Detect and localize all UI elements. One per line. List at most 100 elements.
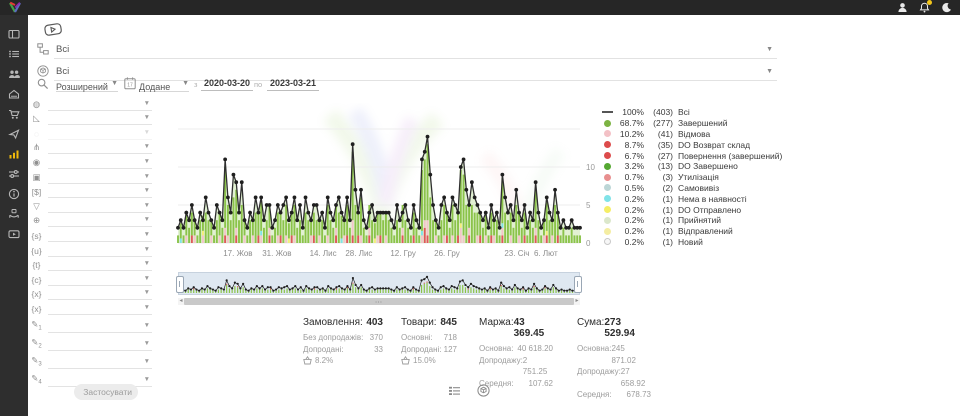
legend-count: (35) bbox=[648, 140, 673, 150]
ruler-filter-field[interactable]: ▼ bbox=[48, 112, 152, 125]
s-variable-filter-row[interactable]: {s}▼ bbox=[28, 227, 152, 242]
s-variable-filter-icon: {s} bbox=[28, 231, 45, 242]
t-variable-filter-field[interactable]: ▼ bbox=[48, 258, 152, 271]
legend-dot-marker bbox=[604, 163, 611, 170]
sidebar-item-integrations[interactable] bbox=[0, 164, 28, 184]
svg-text:12. Гру: 12. Гру bbox=[390, 249, 416, 258]
ruler-filter-row[interactable]: ◺▼ bbox=[28, 111, 152, 126]
fingerprint-filter-icon: ◉ bbox=[28, 157, 45, 169]
chart-range-navigator[interactable] bbox=[178, 272, 580, 296]
legend-dot-marker bbox=[604, 174, 611, 181]
c-variable-filter-field[interactable]: ▼ bbox=[48, 273, 152, 286]
custom-field-1-row[interactable]: ✎1▼ bbox=[28, 315, 152, 333]
legend-item[interactable]: 3.2%(13)DO Завершено bbox=[600, 161, 788, 172]
chart-canvas[interactable]: 051017. Жов31. Жов14. Лис28. Лис12. Гру2… bbox=[170, 103, 610, 263]
legend-item[interactable]: 0.5%(2)Самовивіз bbox=[600, 183, 788, 194]
legend-label: Утилізація bbox=[678, 172, 719, 182]
range-handle-left[interactable] bbox=[176, 276, 184, 293]
legend-item[interactable]: 0.2%(1)Нема в наявності bbox=[600, 193, 788, 204]
legend-item[interactable]: 0.2%(1)DO Отправлено bbox=[600, 204, 788, 215]
list-view-button[interactable] bbox=[448, 384, 461, 397]
fingerprint-filter-field[interactable]: ▼ bbox=[48, 156, 152, 169]
stat-sub-value: 40 618.20 bbox=[517, 343, 553, 355]
date-to-input[interactable]: 2023-03-21 bbox=[267, 77, 319, 91]
legend-item[interactable]: 8.7%(35)DO Возврат склад bbox=[600, 139, 788, 150]
legend-count: (1) bbox=[648, 237, 673, 247]
category-filter-select[interactable]: Всі ▼ bbox=[54, 42, 777, 59]
svg-text:10: 10 bbox=[586, 163, 595, 172]
globe2-filter-row[interactable]: ⊕▼ bbox=[28, 213, 152, 228]
globe2-filter-field[interactable]: ▼ bbox=[48, 214, 152, 227]
legend-item[interactable]: 0.2%(1)Відправлений bbox=[600, 226, 788, 237]
sidebar-item-video-lessons[interactable] bbox=[0, 224, 28, 244]
user-icon[interactable] bbox=[897, 2, 908, 13]
legend-label: Відмова bbox=[678, 129, 710, 139]
sidebar-item-analytics[interactable] bbox=[0, 144, 28, 164]
package-filter-row[interactable]: ▣▼ bbox=[28, 169, 152, 184]
u-variable-filter-field[interactable]: ▼ bbox=[48, 244, 152, 257]
legend-item[interactable]: 6.7%(27)Повернення (завершений) bbox=[600, 150, 788, 161]
custom-field-1-field[interactable]: ▼ bbox=[48, 320, 152, 333]
svg-text:14. Лис: 14. Лис bbox=[310, 249, 337, 258]
horizontal-scrollbar[interactable]: ◂ ••• ▸ bbox=[178, 298, 580, 305]
sidebar-item-customers[interactable] bbox=[0, 64, 28, 84]
legend-item[interactable]: 68.7%(277)Завершений bbox=[600, 118, 788, 129]
legend-item[interactable]: 0.2%(1)Прийнятий bbox=[600, 215, 788, 226]
scrollbar-thumb[interactable]: ••• bbox=[184, 298, 574, 305]
sidebar-item-orders[interactable] bbox=[0, 44, 28, 64]
search-mode-select[interactable]: Розширений ▼ bbox=[56, 77, 118, 92]
legend-count: (13) bbox=[648, 161, 673, 171]
sidebar-item-broadcast[interactable] bbox=[0, 124, 28, 144]
chevron-down-icon: ▼ bbox=[144, 322, 150, 329]
video-source-icon[interactable] bbox=[43, 21, 63, 38]
money-filter-row[interactable]: [$]▼ bbox=[28, 184, 152, 199]
notifications-bell-icon[interactable] bbox=[919, 2, 930, 13]
legend-item[interactable]: 10.2%(41)Відмова bbox=[600, 129, 788, 140]
u-variable-filter-row[interactable]: {u}▼ bbox=[28, 242, 152, 257]
custom-field-3-field[interactable]: ▼ bbox=[48, 356, 152, 369]
fingerprint-filter-row[interactable]: ◉▼ bbox=[28, 154, 152, 169]
money-filter-field[interactable]: ▼ bbox=[48, 185, 152, 198]
search-icon[interactable] bbox=[37, 78, 49, 90]
hierarchy-filter-field[interactable]: ▼ bbox=[48, 141, 152, 154]
stat-sub-value: 33 bbox=[374, 344, 383, 356]
x-variable-filter-row[interactable]: {x}▼ bbox=[28, 286, 152, 301]
x2-variable-filter-row[interactable]: {x}▼ bbox=[28, 300, 152, 315]
funnel-filter-field[interactable]: ▼ bbox=[48, 200, 152, 213]
date-field-select[interactable]: Додане ▼ bbox=[139, 77, 189, 92]
apply-button[interactable]: Застосувати bbox=[74, 384, 138, 400]
hierarchy-filter-row[interactable]: ⋔▼ bbox=[28, 140, 152, 155]
product-filter-value: Всі bbox=[56, 66, 69, 77]
package-filter-field[interactable]: ▼ bbox=[48, 171, 152, 184]
sidebar-item-support[interactable] bbox=[0, 204, 28, 224]
disabled-filter-row[interactable]: ◌▼ bbox=[28, 125, 152, 140]
globe-filter-field[interactable]: ▼ bbox=[48, 98, 152, 111]
x-variable-filter-field[interactable]: ▼ bbox=[48, 287, 152, 300]
legend-count: (27) bbox=[648, 151, 673, 161]
scroll-right-arrow[interactable]: ▸ bbox=[574, 298, 580, 305]
package-icon bbox=[37, 65, 49, 77]
x2-variable-filter-field[interactable]: ▼ bbox=[48, 302, 152, 315]
funnel-filter-row[interactable]: ▽▼ bbox=[28, 198, 152, 213]
disabled-filter-field[interactable]: ▼ bbox=[48, 127, 152, 140]
range-handle-right[interactable] bbox=[574, 276, 582, 293]
sidebar-item-dashboard[interactable] bbox=[0, 24, 28, 44]
custom-field-2-field[interactable]: ▼ bbox=[48, 338, 152, 351]
custom-field-2-row[interactable]: ✎2▼ bbox=[28, 333, 152, 351]
sidebar-item-warehouse[interactable] bbox=[0, 84, 28, 104]
c-variable-filter-row[interactable]: {c}▼ bbox=[28, 271, 152, 286]
sidebar-item-info[interactable] bbox=[0, 184, 28, 204]
t-variable-filter-row[interactable]: {t}▼ bbox=[28, 257, 152, 272]
theme-moon-icon[interactable] bbox=[941, 2, 952, 13]
legend-item[interactable]: 0.2%(1)Новий bbox=[600, 237, 788, 248]
legend-item[interactable]: 100%(403)Всі bbox=[600, 107, 788, 118]
s-variable-filter-field[interactable]: ▼ bbox=[48, 229, 152, 242]
legend-item[interactable]: 0.7%(3)Утилізація bbox=[600, 172, 788, 183]
globe-filter-row[interactable]: ◍▼ bbox=[28, 96, 152, 111]
sidebar-item-cart[interactable] bbox=[0, 104, 28, 124]
legend-percent: 100% bbox=[616, 107, 644, 117]
app-logo[interactable] bbox=[7, 1, 23, 14]
custom-field-3-row[interactable]: ✎3▼ bbox=[28, 351, 152, 369]
date-from-input[interactable]: 2020-03-20 bbox=[201, 77, 253, 91]
product-view-button[interactable] bbox=[477, 384, 490, 397]
